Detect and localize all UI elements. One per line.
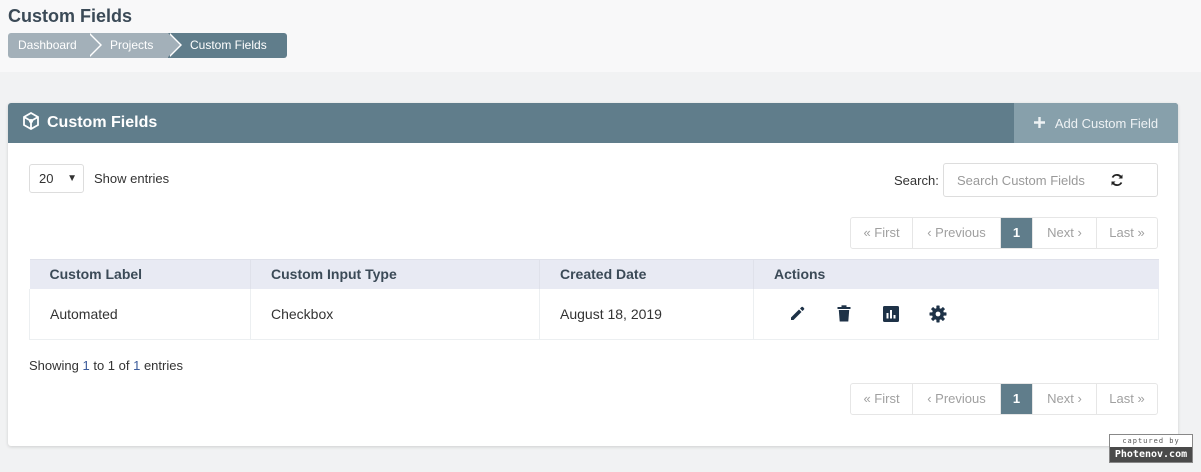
panel-title: Custom Fields — [47, 114, 158, 131]
pencil-icon[interactable] — [786, 303, 808, 325]
top-bar: Custom Fields Dashboard Projects Custom … — [0, 0, 1201, 72]
search-label: Search: — [894, 173, 939, 188]
breadcrumb-dashboard-label: Dashboard — [18, 38, 77, 52]
breadcrumb: Dashboard Projects Custom Fields — [8, 33, 287, 58]
pagination-top: « First ‹ Previous 1 Next › Last » — [850, 217, 1158, 249]
pagination-last[interactable]: Last » — [1097, 384, 1157, 414]
column-header-custom-input-type[interactable]: Custom Input Type — [250, 259, 540, 289]
table-summary: Showing 1 to 1 of 1 entries — [29, 358, 183, 373]
pagination-first[interactable]: « First — [851, 384, 913, 414]
gear-icon[interactable] — [927, 303, 949, 325]
breadcrumb-custom-fields: Custom Fields — [168, 33, 287, 58]
chart-icon[interactable] — [880, 303, 902, 325]
pagination-first[interactable]: « First — [851, 218, 913, 248]
add-custom-field-button[interactable]: Add Custom Field — [1014, 103, 1178, 143]
pagination-current[interactable]: 1 — [1001, 218, 1033, 248]
add-custom-field-label: Add Custom Field — [1054, 115, 1159, 131]
pagination-previous[interactable]: ‹ Previous — [913, 218, 1001, 248]
pagination-last[interactable]: Last » — [1097, 218, 1157, 248]
cell-created-date: August 18, 2019 — [539, 288, 754, 340]
page-title: Custom Fields — [8, 6, 133, 26]
trash-icon[interactable] — [833, 303, 855, 325]
custom-fields-table: Custom Label Custom Input Type Created D… — [29, 259, 1159, 340]
breadcrumb-dashboard[interactable]: Dashboard — [8, 33, 102, 58]
row-actions — [774, 303, 1158, 325]
summary-of-word: of — [115, 358, 134, 373]
summary-suffix: entries — [140, 358, 183, 373]
entries-select[interactable]: 20 ▼ — [29, 164, 84, 193]
cell-custom-label: Automated — [29, 288, 251, 340]
column-header-custom-label[interactable]: Custom Label — [29, 259, 251, 289]
show-entries-label: Show entries — [94, 171, 170, 186]
table-header-row: Custom Label Custom Input Type Created D… — [29, 259, 1159, 289]
summary-to: 1 — [107, 358, 116, 373]
summary-to-word: to — [89, 358, 108, 373]
column-header-created-date[interactable]: Created Date — [539, 259, 754, 289]
pagination-previous[interactable]: ‹ Previous — [913, 384, 1001, 414]
pagination-current[interactable]: 1 — [1001, 384, 1033, 414]
cube-icon — [22, 111, 40, 135]
plus-icon — [1033, 116, 1045, 131]
watermark: captured by Photenov.com — [1109, 434, 1193, 463]
table-row: Automated Checkbox August 18, 2019 — [29, 288, 1159, 340]
panel-title-wrap: Custom Fields — [22, 103, 157, 143]
custom-fields-panel: Custom Fields Add Custom Field 20 ▼ Show… — [8, 103, 1178, 446]
pagination-next[interactable]: Next › — [1033, 384, 1097, 414]
breadcrumb-custom-fields-label: Custom Fields — [190, 38, 267, 52]
search-input[interactable] — [945, 165, 1105, 195]
chevron-down-icon: ▼ — [67, 173, 77, 184]
entries-value: 20 — [39, 171, 54, 186]
panel-header: Custom Fields Add Custom Field — [8, 103, 1178, 143]
watermark-small-text: captured by — [1122, 437, 1180, 445]
watermark-big-text: Photenov.com — [1110, 447, 1192, 462]
column-header-actions: Actions — [753, 259, 1159, 289]
cell-actions — [753, 288, 1159, 340]
summary-prefix: Showing — [29, 358, 83, 373]
pagination-next[interactable]: Next › — [1033, 218, 1097, 248]
cell-custom-input-type: Checkbox — [250, 288, 540, 340]
summary-from: 1 — [82, 358, 90, 373]
search-box — [943, 163, 1158, 197]
refresh-icon[interactable] — [1110, 173, 1124, 187]
breadcrumb-projects-label: Projects — [110, 38, 154, 52]
pagination-bottom: « First ‹ Previous 1 Next › Last » — [850, 383, 1158, 415]
